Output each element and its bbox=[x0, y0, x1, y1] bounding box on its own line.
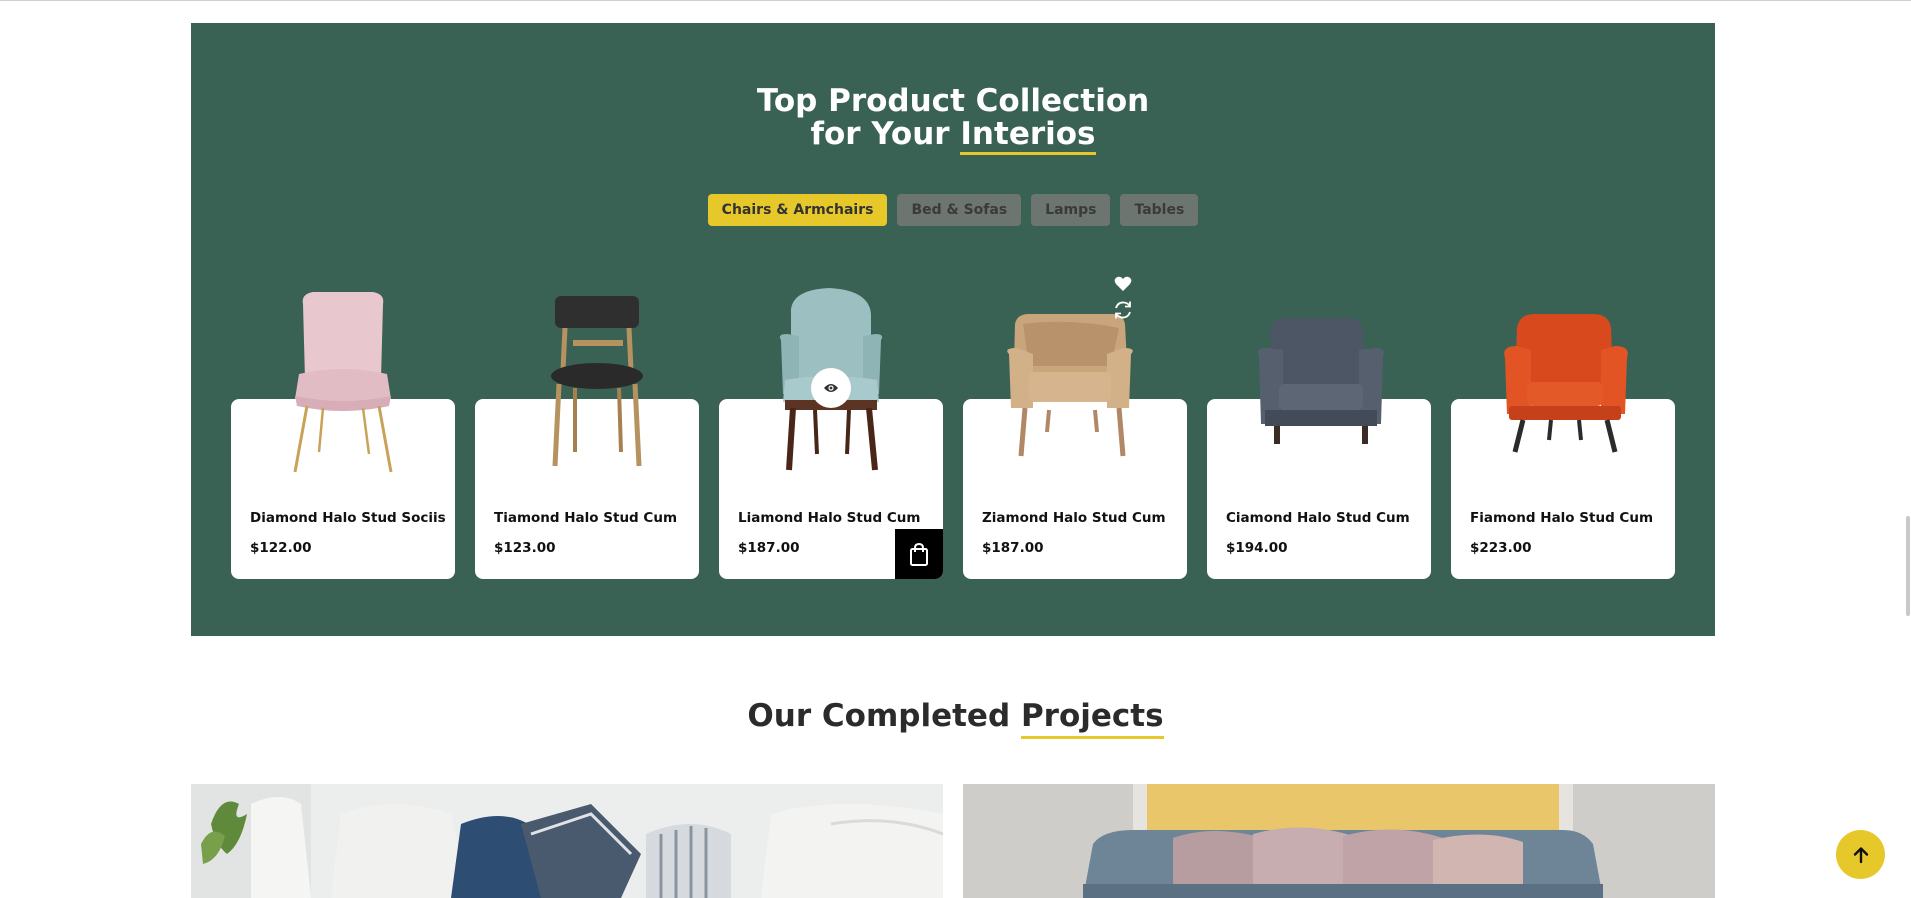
projects-title: Our Completed Projects bbox=[0, 698, 1911, 739]
tab-lamps[interactable]: Lamps bbox=[1031, 194, 1111, 226]
product-name[interactable]: Diamond Halo Stud Sociis bbox=[250, 510, 446, 526]
compare-refresh-icon[interactable] bbox=[1113, 300, 1133, 320]
tab-tables[interactable]: Tables bbox=[1120, 194, 1199, 226]
projects-title-prefix: Our Completed bbox=[747, 698, 1021, 734]
product-price: $223.00 bbox=[1470, 540, 1532, 556]
product-card[interactable]: Diamond Halo Stud Sociis $122.00 bbox=[231, 292, 455, 579]
add-to-cart-button[interactable] bbox=[895, 529, 943, 579]
project-image-sofa-room[interactable] bbox=[963, 784, 1715, 898]
quick-view-button[interactable] bbox=[811, 368, 851, 408]
product-name[interactable]: Liamond Halo Stud Cum bbox=[738, 510, 920, 526]
product-card[interactable]: Ziamond Halo Stud Cum $187.00 bbox=[963, 314, 1187, 579]
project-image-living-room[interactable] bbox=[191, 784, 943, 898]
product-card[interactable]: Liamond Halo Stud Cum $187.00 bbox=[719, 288, 943, 579]
product-price: $122.00 bbox=[250, 540, 312, 556]
projects-title-highlight: Projects bbox=[1020, 698, 1164, 739]
product-name[interactable]: Ziamond Halo Stud Cum bbox=[982, 510, 1166, 526]
scroll-to-top-button[interactable] bbox=[1836, 830, 1885, 879]
product-image-orange-armchair[interactable] bbox=[1451, 284, 1675, 474]
category-tabs: Chairs & Armchairs Bed & Sofas Lamps Tab… bbox=[191, 194, 1715, 226]
collection-title: Top Product Collection for Your Interios bbox=[191, 85, 1715, 155]
product-price: $194.00 bbox=[1226, 540, 1288, 556]
wishlist-heart-icon[interactable] bbox=[1114, 276, 1132, 292]
shopping-bag-icon bbox=[910, 542, 928, 566]
product-price: $187.00 bbox=[982, 540, 1044, 556]
product-actions bbox=[1113, 276, 1133, 320]
product-name[interactable]: Tiamond Halo Stud Cum bbox=[494, 510, 677, 526]
collection-title-line2-prefix: for Your bbox=[810, 116, 961, 152]
product-image-wood-chair[interactable] bbox=[475, 284, 699, 474]
product-image-navy-armchair[interactable] bbox=[1207, 284, 1431, 474]
product-card[interactable]: Tiamond Halo Stud Cum $123.00 bbox=[475, 296, 699, 579]
product-name[interactable]: Fiamond Halo Stud Cum bbox=[1470, 510, 1653, 526]
product-image-pink-chair[interactable] bbox=[231, 284, 455, 474]
product-price: $187.00 bbox=[738, 540, 800, 556]
product-name[interactable]: Ciamond Halo Stud Cum bbox=[1226, 510, 1410, 526]
product-collection-section: Top Product Collection for Your Interios… bbox=[191, 23, 1715, 636]
tab-bed-sofas[interactable]: Bed & Sofas bbox=[897, 194, 1022, 226]
eye-icon bbox=[824, 384, 838, 392]
collection-title-line1: Top Product Collection bbox=[756, 83, 1150, 119]
product-image-tan-armchair[interactable] bbox=[963, 284, 1187, 474]
product-price: $123.00 bbox=[494, 540, 556, 556]
page-scrollbar[interactable] bbox=[1906, 516, 1910, 616]
arrow-up-icon bbox=[1853, 846, 1868, 863]
product-card[interactable]: Ciamond Halo Stud Cum $194.00 bbox=[1207, 318, 1431, 579]
product-card[interactable]: Fiamond Halo Stud Cum $223.00 bbox=[1451, 314, 1675, 579]
collection-title-highlight: Interios bbox=[960, 119, 1096, 155]
top-divider bbox=[0, 0, 1911, 1]
tab-chairs-armchairs[interactable]: Chairs & Armchairs bbox=[707, 194, 888, 226]
